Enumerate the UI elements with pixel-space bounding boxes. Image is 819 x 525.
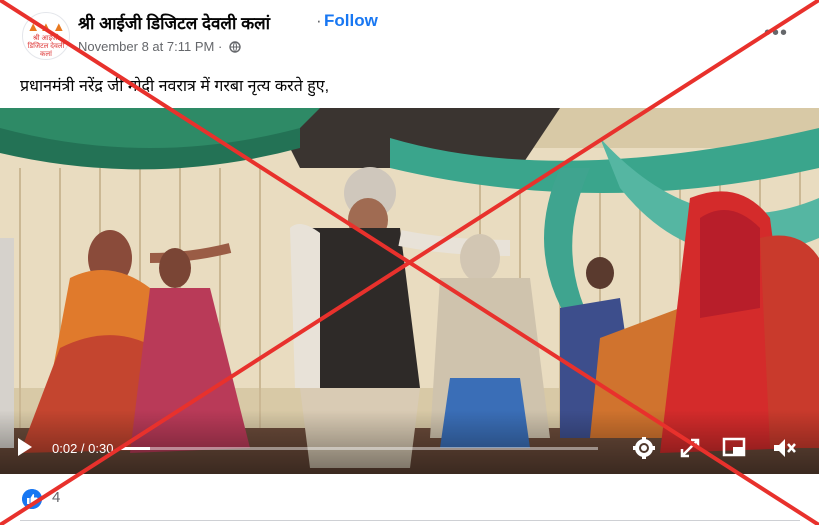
duration: 0:30 xyxy=(88,441,114,456)
volume-muted-icon[interactable] xyxy=(770,434,798,462)
play-icon[interactable] xyxy=(18,438,32,456)
post-caption: प्रधानमंत्री नरेंद्र जी मोदी नवरात्र में… xyxy=(20,78,330,95)
reaction-count: 4 xyxy=(52,489,61,506)
more-options-icon[interactable]: ••• xyxy=(764,22,788,45)
video-controls: 0:02 / 0:30 xyxy=(0,428,819,472)
header-separator: · xyxy=(316,11,322,30)
progress-fill xyxy=(118,447,151,450)
avatar-logo-text: श्री आईजी डिजिटल देवली कलां xyxy=(27,35,65,58)
picture-in-picture-icon[interactable] xyxy=(720,434,748,462)
page-avatar[interactable]: ▲▲▲ श्री आईजी डिजिटल देवली कलां xyxy=(22,12,70,60)
post-timestamp[interactable]: November 8 at 7:11 PM xyxy=(78,39,214,54)
post-header: ▲▲▲ श्री आईजी डिजिटल देवली कलां श्री आईज… xyxy=(0,0,819,66)
temple-logo-icon: ▲▲▲ xyxy=(26,19,66,34)
meta-separator: · xyxy=(217,39,223,54)
expand-icon[interactable] xyxy=(676,434,704,462)
video-time: 0:02 / 0:30 xyxy=(52,441,113,456)
progress-bar[interactable] xyxy=(118,447,598,450)
settings-icon[interactable] xyxy=(630,434,658,462)
globe-icon[interactable] xyxy=(229,41,241,53)
video-player[interactable]: 0:02 / 0:30 xyxy=(0,108,819,474)
time-separator: / xyxy=(77,441,89,456)
post-meta: November 8 at 7:11 PM · xyxy=(78,39,241,54)
divider xyxy=(20,520,800,521)
page-name-link[interactable]: श्री आईजी डिजिटल देवली कलां xyxy=(78,11,270,34)
current-time: 0:02 xyxy=(52,441,78,456)
follow-button[interactable]: Follow xyxy=(324,11,378,31)
like-icon xyxy=(22,489,42,509)
